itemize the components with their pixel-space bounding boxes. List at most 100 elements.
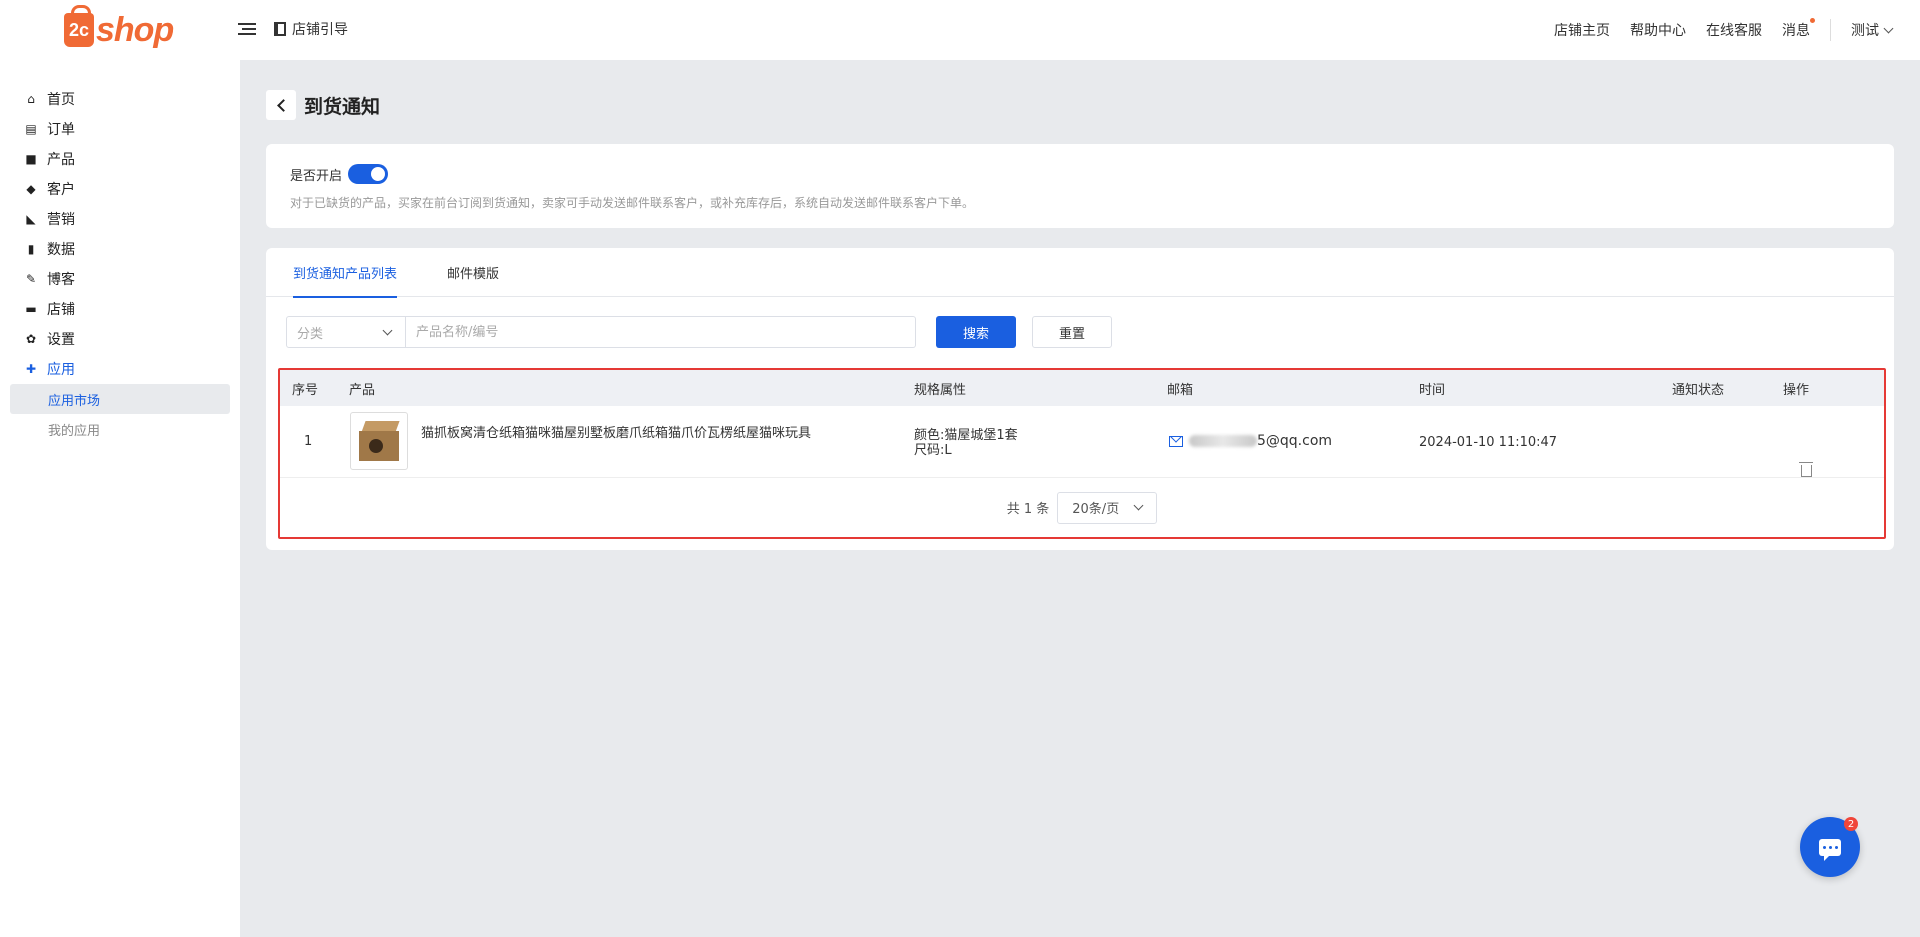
messages-link[interactable]: 消息: [1782, 18, 1815, 40]
chat-icon: [1819, 838, 1841, 861]
enable-switch[interactable]: [348, 164, 389, 184]
help-center-link[interactable]: 帮助中心: [1630, 20, 1686, 40]
diamond-icon: ◆: [26, 182, 36, 196]
divider: [1830, 19, 1831, 41]
email-suffix: 5@qq.com: [1257, 433, 1333, 449]
tab-email-template[interactable]: 邮件模版: [447, 248, 499, 297]
switch-knob: [371, 167, 386, 181]
sidebar-item-blog[interactable]: ✎ 博客: [0, 264, 240, 294]
toggle-row: 是否开启: [290, 164, 1870, 184]
sidebar-item-data[interactable]: ▮ 数据: [0, 234, 240, 264]
email-cell[interactable]: 5@qq.com: [1169, 433, 1332, 449]
store-guide-link[interactable]: 店铺引导: [274, 19, 348, 39]
clipboard-icon: ▤: [25, 122, 37, 136]
chat-badge: 2: [1844, 817, 1858, 831]
header-time: 时间: [1419, 382, 1446, 398]
messages-label: 消息: [1782, 23, 1810, 39]
sidebar-subitem-my-apps[interactable]: 我的应用: [10, 414, 230, 444]
list-card: 到货通知产品列表 邮件模版 分类 搜索 重置 序号 产品 规格属性 邮箱 时间 …: [266, 248, 1894, 550]
logo-text: shop: [96, 10, 174, 49]
page-size-value: 20条/页: [1072, 502, 1120, 517]
row-time: 2024-01-10 11:10:47: [1419, 435, 1558, 450]
sidebar-item-label: 订单: [47, 122, 75, 138]
sidebar-item-apps[interactable]: ✚ 应用: [0, 354, 240, 384]
sidebar-item-home[interactable]: ⌂ 首页: [0, 84, 240, 114]
sidebar-item-marketing[interactable]: ◣ 营销: [0, 204, 240, 234]
hint-text: 对于已缺货的产品，买家在前台订阅到货通知，卖家可手动发送邮件联系客户，或补充库存…: [290, 196, 975, 210]
sidebar-item-settings[interactable]: ✿ 设置: [0, 324, 240, 354]
chat-button[interactable]: 2: [1800, 817, 1860, 877]
header-index: 序号: [292, 382, 319, 398]
sidebar-item-customers[interactable]: ◆ 客户: [0, 174, 240, 204]
search-button[interactable]: 搜索: [936, 316, 1016, 348]
row-index: 1: [304, 434, 313, 449]
tag-icon: ◣: [26, 212, 36, 226]
spec-size: 尺码:L: [914, 443, 952, 458]
store-guide-label: 店铺引导: [292, 22, 348, 38]
sidebar-subitem-app-market[interactable]: 应用市场: [10, 384, 230, 414]
chevron-down-icon: [382, 325, 393, 335]
top-bar: 2c shop 店铺引导 店铺主页 帮助中心 在线客服 消息 测试: [0, 0, 1920, 60]
book-icon: [274, 22, 286, 36]
back-button[interactable]: [266, 90, 296, 120]
sidebar-item-products[interactable]: ■ 产品: [0, 144, 240, 174]
header-product: 产品: [349, 382, 376, 398]
trash-icon[interactable]: [1799, 461, 1813, 477]
table-row: 1 猫抓板窝清仓纸箱猫咪猫屋别墅板磨爪纸箱猫爪价瓦楞纸屋猫咪玩具 颜色:猫屋城堡…: [280, 406, 1884, 478]
puzzle-icon: ✚: [25, 362, 37, 376]
pagination: 共 1 条 20条/页: [280, 478, 1884, 537]
spec-color: 颜色:猫屋城堡1套: [914, 428, 1018, 443]
page-size-select[interactable]: 20条/页: [1057, 491, 1158, 524]
toggle-label: 是否开启: [290, 168, 343, 184]
sidebar-item-label: 店铺: [47, 302, 75, 318]
table-header: 序号 产品 规格属性 邮箱 时间 通知状态 操作: [280, 370, 1884, 406]
gear-icon: ✿: [25, 332, 37, 346]
tab-product-list[interactable]: 到货通知产品列表: [293, 248, 398, 298]
top-links: 店铺主页 帮助中心 在线客服 消息 测试: [1554, 0, 1920, 60]
product-name[interactable]: 猫抓板窝清仓纸箱猫咪猫屋别墅板磨爪纸箱猫爪价瓦楞纸屋猫咪玩具: [421, 422, 811, 441]
page-title: 到货通知: [304, 95, 381, 118]
user-menu[interactable]: 测试: [1851, 20, 1894, 40]
header-email: 邮箱: [1167, 382, 1194, 398]
sidebar-item-orders[interactable]: ▤ 订单: [0, 114, 240, 144]
spec-attributes: 颜色:猫屋城堡1套 尺码:L: [914, 428, 1018, 458]
category-placeholder: 分类: [297, 326, 324, 342]
logo-bag-icon: 2c: [64, 5, 94, 47]
header-actions: 操作: [1783, 382, 1810, 398]
sidebar-item-label: 客户: [47, 182, 75, 198]
product-thumbnail[interactable]: [350, 412, 408, 470]
header-spec: 规格属性: [914, 382, 967, 398]
user-name: 测试: [1851, 23, 1879, 39]
header-status: 通知状态: [1672, 382, 1725, 398]
category-select[interactable]: 分类: [286, 316, 406, 348]
sidebar-item-label: 数据: [47, 242, 75, 258]
notification-table: 序号 产品 规格属性 邮箱 时间 通知状态 操作 1 猫抓板窝清仓纸箱猫咪猫屋别…: [278, 368, 1886, 539]
logo[interactable]: 2c shop: [64, 5, 174, 52]
store-icon: ▬: [25, 302, 37, 316]
chevron-down-icon: [1883, 23, 1894, 33]
total-count: 共 1 条: [1006, 502, 1050, 517]
page-header: 到货通知: [266, 90, 380, 120]
sidebar-item-store[interactable]: ▬ 店铺: [0, 294, 240, 324]
sidebar-item-label: 博客: [47, 272, 75, 288]
filter-bar: 分类 搜索 重置: [286, 316, 1112, 348]
bag-icon: ■: [25, 152, 37, 166]
store-home-link[interactable]: 店铺主页: [1554, 20, 1610, 40]
sidebar: ⌂ 首页 ▤ 订单 ■ 产品 ◆ 客户 ◣ 营销 ▮ 数据 ✎ 博客 ▬ 店铺 ✿ 设置 ✚ 应用 …: [0, 60, 240, 937]
logo-mark-text: 2c: [68, 19, 90, 40]
sidebar-item-label: 营销: [47, 212, 75, 228]
unread-dot: [1810, 18, 1815, 23]
menu-toggle-icon[interactable]: [238, 20, 256, 38]
home-icon: ⌂: [27, 92, 35, 106]
online-support-link[interactable]: 在线客服: [1706, 20, 1762, 40]
sidebar-item-label: 产品: [47, 152, 75, 168]
search-input[interactable]: [406, 316, 916, 348]
chevron-down-icon: [1133, 500, 1144, 511]
edit-icon: ✎: [25, 272, 37, 286]
cat-box-image: [355, 417, 403, 465]
redacted-email-blur: [1189, 435, 1257, 447]
chevron-left-icon: [276, 98, 290, 112]
reset-button[interactable]: 重置: [1032, 316, 1112, 348]
sidebar-item-label: 设置: [47, 332, 75, 348]
sidebar-item-label: 应用: [47, 362, 75, 378]
